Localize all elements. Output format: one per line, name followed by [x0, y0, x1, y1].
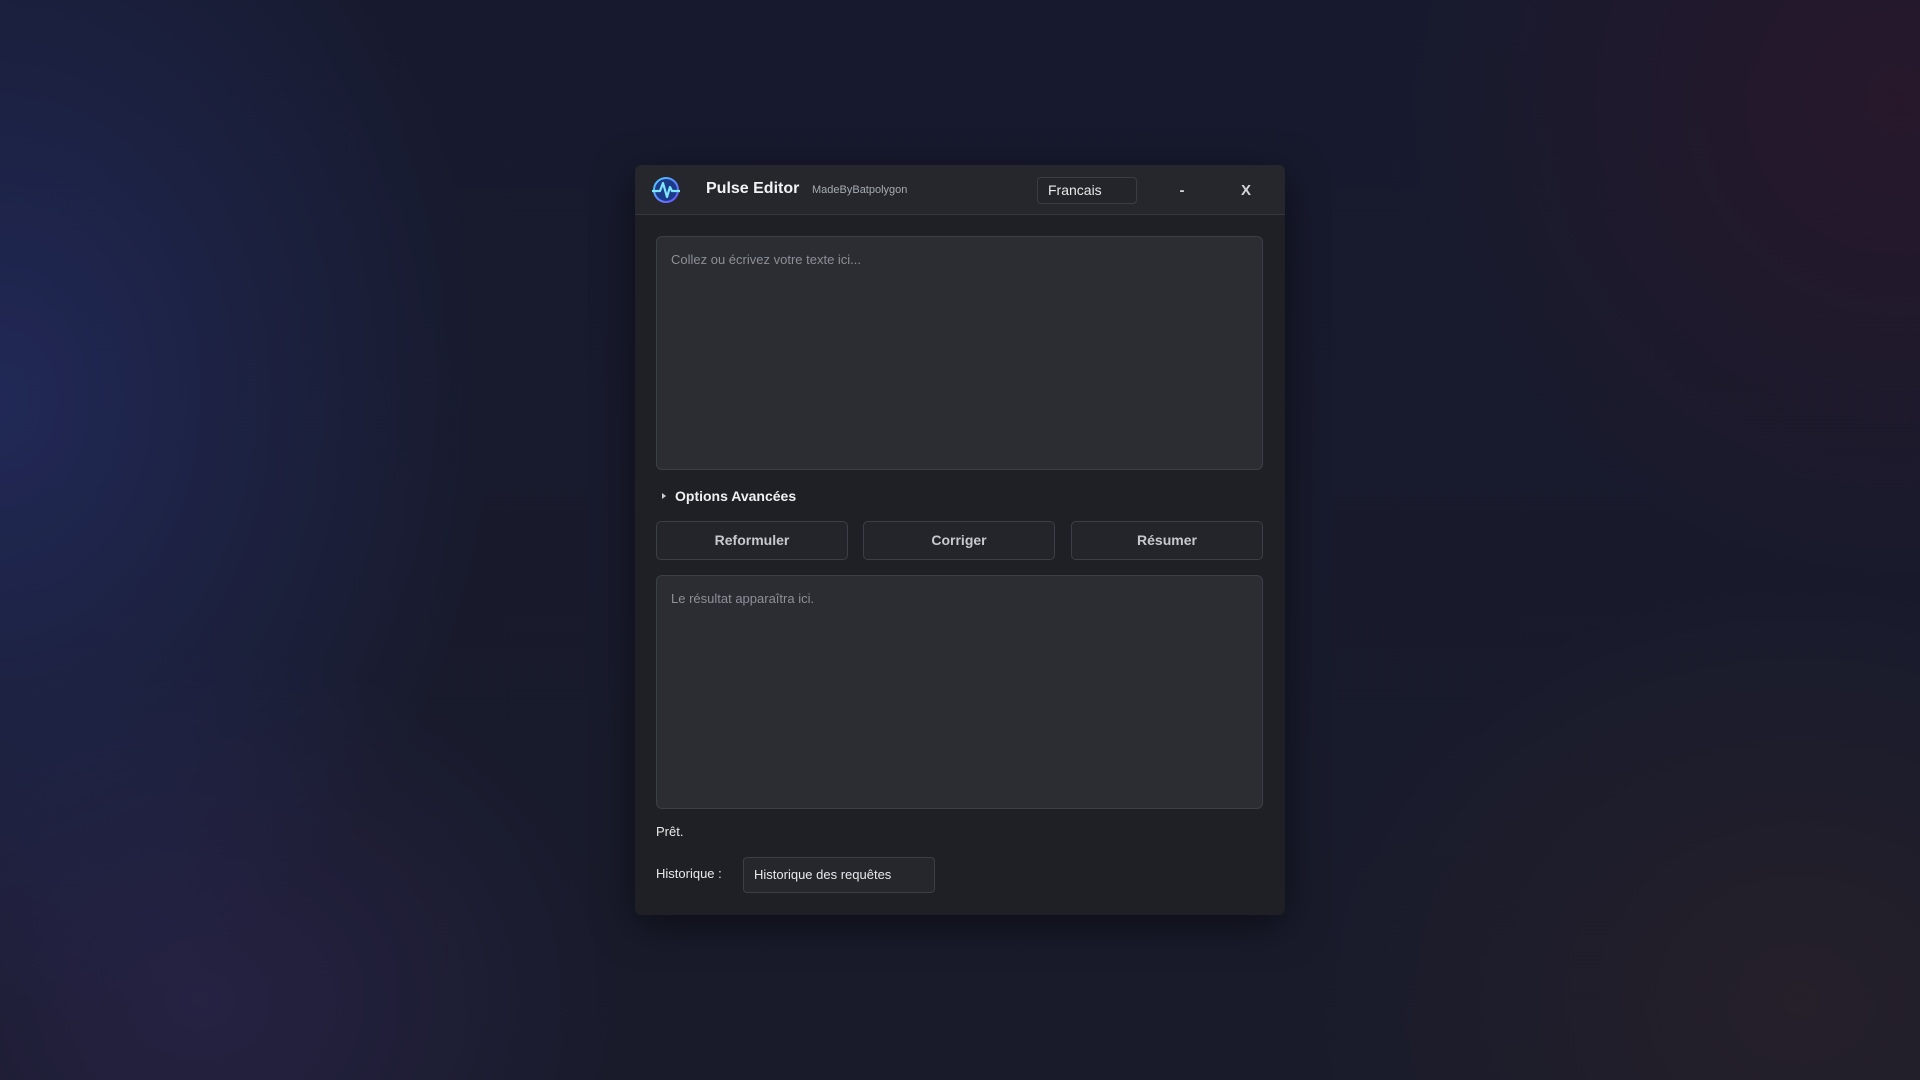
input-textarea[interactable]: Collez ou écrivez votre texte ici...: [656, 236, 1263, 470]
app-window: Pulse Editor MadeByBatpolygon Francais -…: [635, 165, 1285, 915]
status-text: Prêt.: [656, 824, 684, 839]
output-placeholder: Le résultat apparaîtra ici.: [671, 591, 815, 606]
advanced-options-label: Options Avancées: [675, 488, 797, 504]
language-select[interactable]: Francais: [1037, 177, 1137, 204]
summarize-button[interactable]: Résumer: [1071, 521, 1263, 560]
input-placeholder: Collez ou écrivez votre texte ici...: [671, 252, 862, 267]
history-label: Historique :: [656, 866, 722, 881]
minimize-button[interactable]: -: [1167, 177, 1197, 204]
advanced-options-toggle[interactable]: Options Avancées: [662, 485, 796, 507]
pulse-logo-icon: [652, 177, 680, 203]
caret-right-icon: [662, 493, 666, 500]
close-button[interactable]: X: [1231, 177, 1261, 204]
history-select[interactable]: Historique des requêtes: [743, 857, 935, 893]
title-bar[interactable]: Pulse Editor MadeByBatpolygon Francais -…: [635, 165, 1285, 215]
app-title: Pulse Editor: [706, 180, 800, 197]
output-textarea[interactable]: Le résultat apparaîtra ici.: [656, 575, 1263, 809]
correct-button[interactable]: Corriger: [863, 521, 1055, 560]
app-author: MadeByBatpolygon: [812, 184, 908, 196]
reformulate-button[interactable]: Reformuler: [656, 521, 848, 560]
